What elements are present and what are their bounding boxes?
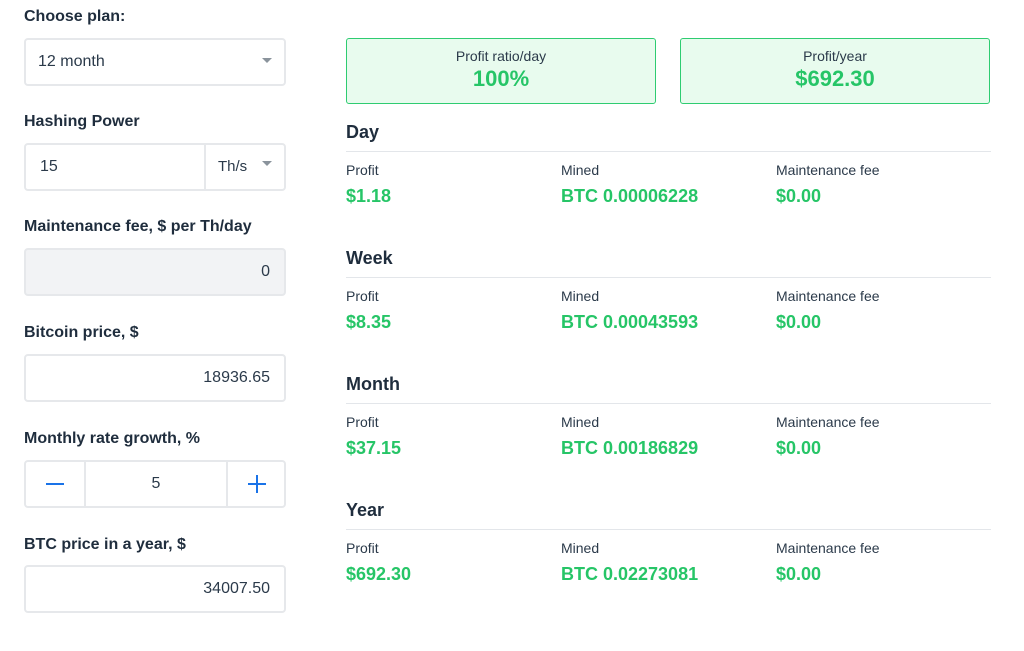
mined-value: BTC 0.00186829 — [561, 438, 699, 458]
btc-year-price-label: BTC price in a year, $ — [24, 536, 186, 553]
monthly-growth-label: Monthly rate growth, % — [24, 430, 200, 447]
mined-label: Mined — [561, 540, 600, 556]
chevron-down-icon — [262, 161, 272, 166]
divider — [346, 403, 991, 404]
section-title: Day — [346, 122, 380, 142]
profit-label: Profit — [346, 414, 379, 430]
maintenance-fee-label: Maintenance fee — [776, 414, 880, 430]
divider — [346, 151, 991, 152]
plan-select-value: 12 month — [38, 53, 105, 70]
profit-value: $1.18 — [346, 186, 392, 206]
divider — [346, 529, 991, 530]
plus-icon — [248, 475, 266, 493]
hashing-unit-select[interactable]: Th/s — [218, 158, 247, 175]
profit-ratio-card: Profit ratio/day 100% — [346, 38, 656, 104]
profit-label: Profit — [346, 288, 379, 304]
maintenance-fee-label: Maintenance fee — [776, 288, 880, 304]
profit-value: $8.35 — [346, 312, 392, 332]
profit-year-value: $692.30 — [795, 66, 875, 91]
btc-year-price-value: 34007.50 — [203, 580, 270, 597]
mined-value: BTC 0.02273081 — [561, 564, 699, 584]
maintenance-fee-value: 0 — [261, 263, 270, 280]
bitcoin-price-input[interactable]: 18936.65 — [24, 354, 286, 402]
hashing-power-label: Hashing Power — [24, 113, 140, 130]
maintenance-fee-label: Maintenance fee — [776, 540, 880, 556]
maintenance-fee-label: Maintenance fee, $ per Th/day — [24, 218, 252, 235]
plan-label: Choose plan: — [24, 8, 126, 25]
btc-year-price-input[interactable]: 34007.50 — [24, 565, 286, 613]
section-title: Month — [346, 374, 400, 394]
decrement-button[interactable] — [26, 462, 84, 506]
maintenance-fee-value: $0.00 — [776, 312, 822, 332]
increment-button[interactable] — [228, 462, 286, 506]
bitcoin-price-value: 18936.65 — [203, 369, 270, 386]
profit-value: $692.30 — [346, 564, 412, 584]
profit-ratio-value: 100% — [472, 66, 530, 91]
profit-year-label: Profit/year — [803, 48, 867, 64]
maintenance-fee-value: $0.00 — [776, 438, 822, 458]
minus-icon — [46, 483, 64, 485]
profit-label: Profit — [346, 162, 379, 178]
profit-year-card: Profit/year $692.30 — [680, 38, 990, 104]
monthly-growth-stepper: 5 — [24, 460, 286, 508]
mined-value: BTC 0.00043593 — [561, 312, 699, 332]
plan-select[interactable]: 12 month — [24, 38, 286, 86]
maintenance-fee-value: $0.00 — [776, 564, 822, 584]
mined-value: BTC 0.00006228 — [561, 186, 699, 206]
hashing-power-group: 15 Th/s — [24, 143, 286, 191]
divider — [346, 277, 991, 278]
maintenance-fee-value: $0.00 — [776, 186, 822, 206]
hashing-power-input[interactable]: 15 — [40, 158, 58, 176]
mined-label: Mined — [561, 288, 600, 304]
maintenance-fee-input: 0 — [24, 248, 286, 296]
profit-label: Profit — [346, 540, 379, 556]
maintenance-fee-label: Maintenance fee — [776, 162, 880, 178]
field-divider — [204, 145, 206, 189]
profit-ratio-label: Profit ratio/day — [455, 48, 547, 64]
mined-label: Mined — [561, 162, 600, 178]
section-title: Year — [346, 500, 385, 520]
chevron-down-icon — [262, 58, 272, 63]
section-title: Week — [346, 248, 393, 268]
monthly-growth-value[interactable]: 5 — [86, 475, 226, 493]
profit-value: $37.15 — [346, 438, 402, 458]
mined-label: Mined — [561, 414, 600, 430]
bitcoin-price-label: Bitcoin price, $ — [24, 324, 139, 341]
